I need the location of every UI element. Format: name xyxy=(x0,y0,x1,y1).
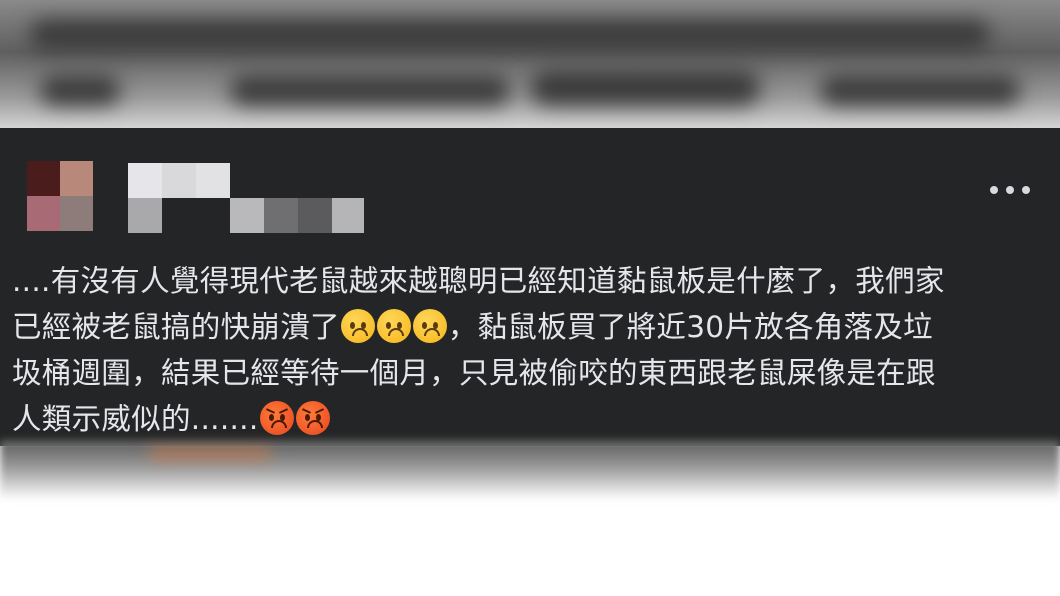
angry-face-icon xyxy=(259,401,294,435)
sad-face-icon xyxy=(376,309,411,343)
author-name[interactable] xyxy=(128,163,368,233)
post-text-segment: ，黏鼠板買了將近30片放各角落及垃 xyxy=(447,310,933,344)
avatar[interactable] xyxy=(27,161,93,231)
post-text-line: 圾桶週圍，結果已經等待一個月，只見被偷咬的東西跟老鼠屎像是在跟 xyxy=(12,356,936,390)
post-text-line: 人類示威似的....... xyxy=(12,396,1052,442)
post-text-segment: 已經被老鼠搞的快崩潰了 xyxy=(12,310,340,344)
angry-face-icon xyxy=(295,401,330,435)
post-text-line: 已經被老鼠搞的快崩潰了 ，黏鼠板買了將近30片放各角落及垃 xyxy=(12,304,1052,350)
post-body: ....有沒有人覺得現代老鼠越來越聰明已經知道黏鼠板是什麼了，我們家 已經被老鼠… xyxy=(12,258,1052,442)
sad-face-icon xyxy=(412,309,447,343)
post-card: ....有沒有人覺得現代老鼠越來越聰明已經知道黏鼠板是什麼了，我們家 已經被老鼠… xyxy=(0,128,1060,446)
post-text-segment: 人類示威似的....... xyxy=(12,402,259,436)
more-dot xyxy=(1022,186,1030,194)
blurred-background-top xyxy=(0,0,1060,130)
post-text-line: ....有沒有人覺得現代老鼠越來越聰明已經知道黏鼠板是什麼了，我們家 xyxy=(12,264,945,298)
more-dot xyxy=(1006,186,1014,194)
more-dot xyxy=(990,186,998,194)
sad-face-icon xyxy=(340,309,375,343)
blurred-background-bottom xyxy=(0,440,1060,500)
more-options-icon[interactable] xyxy=(990,180,1030,200)
